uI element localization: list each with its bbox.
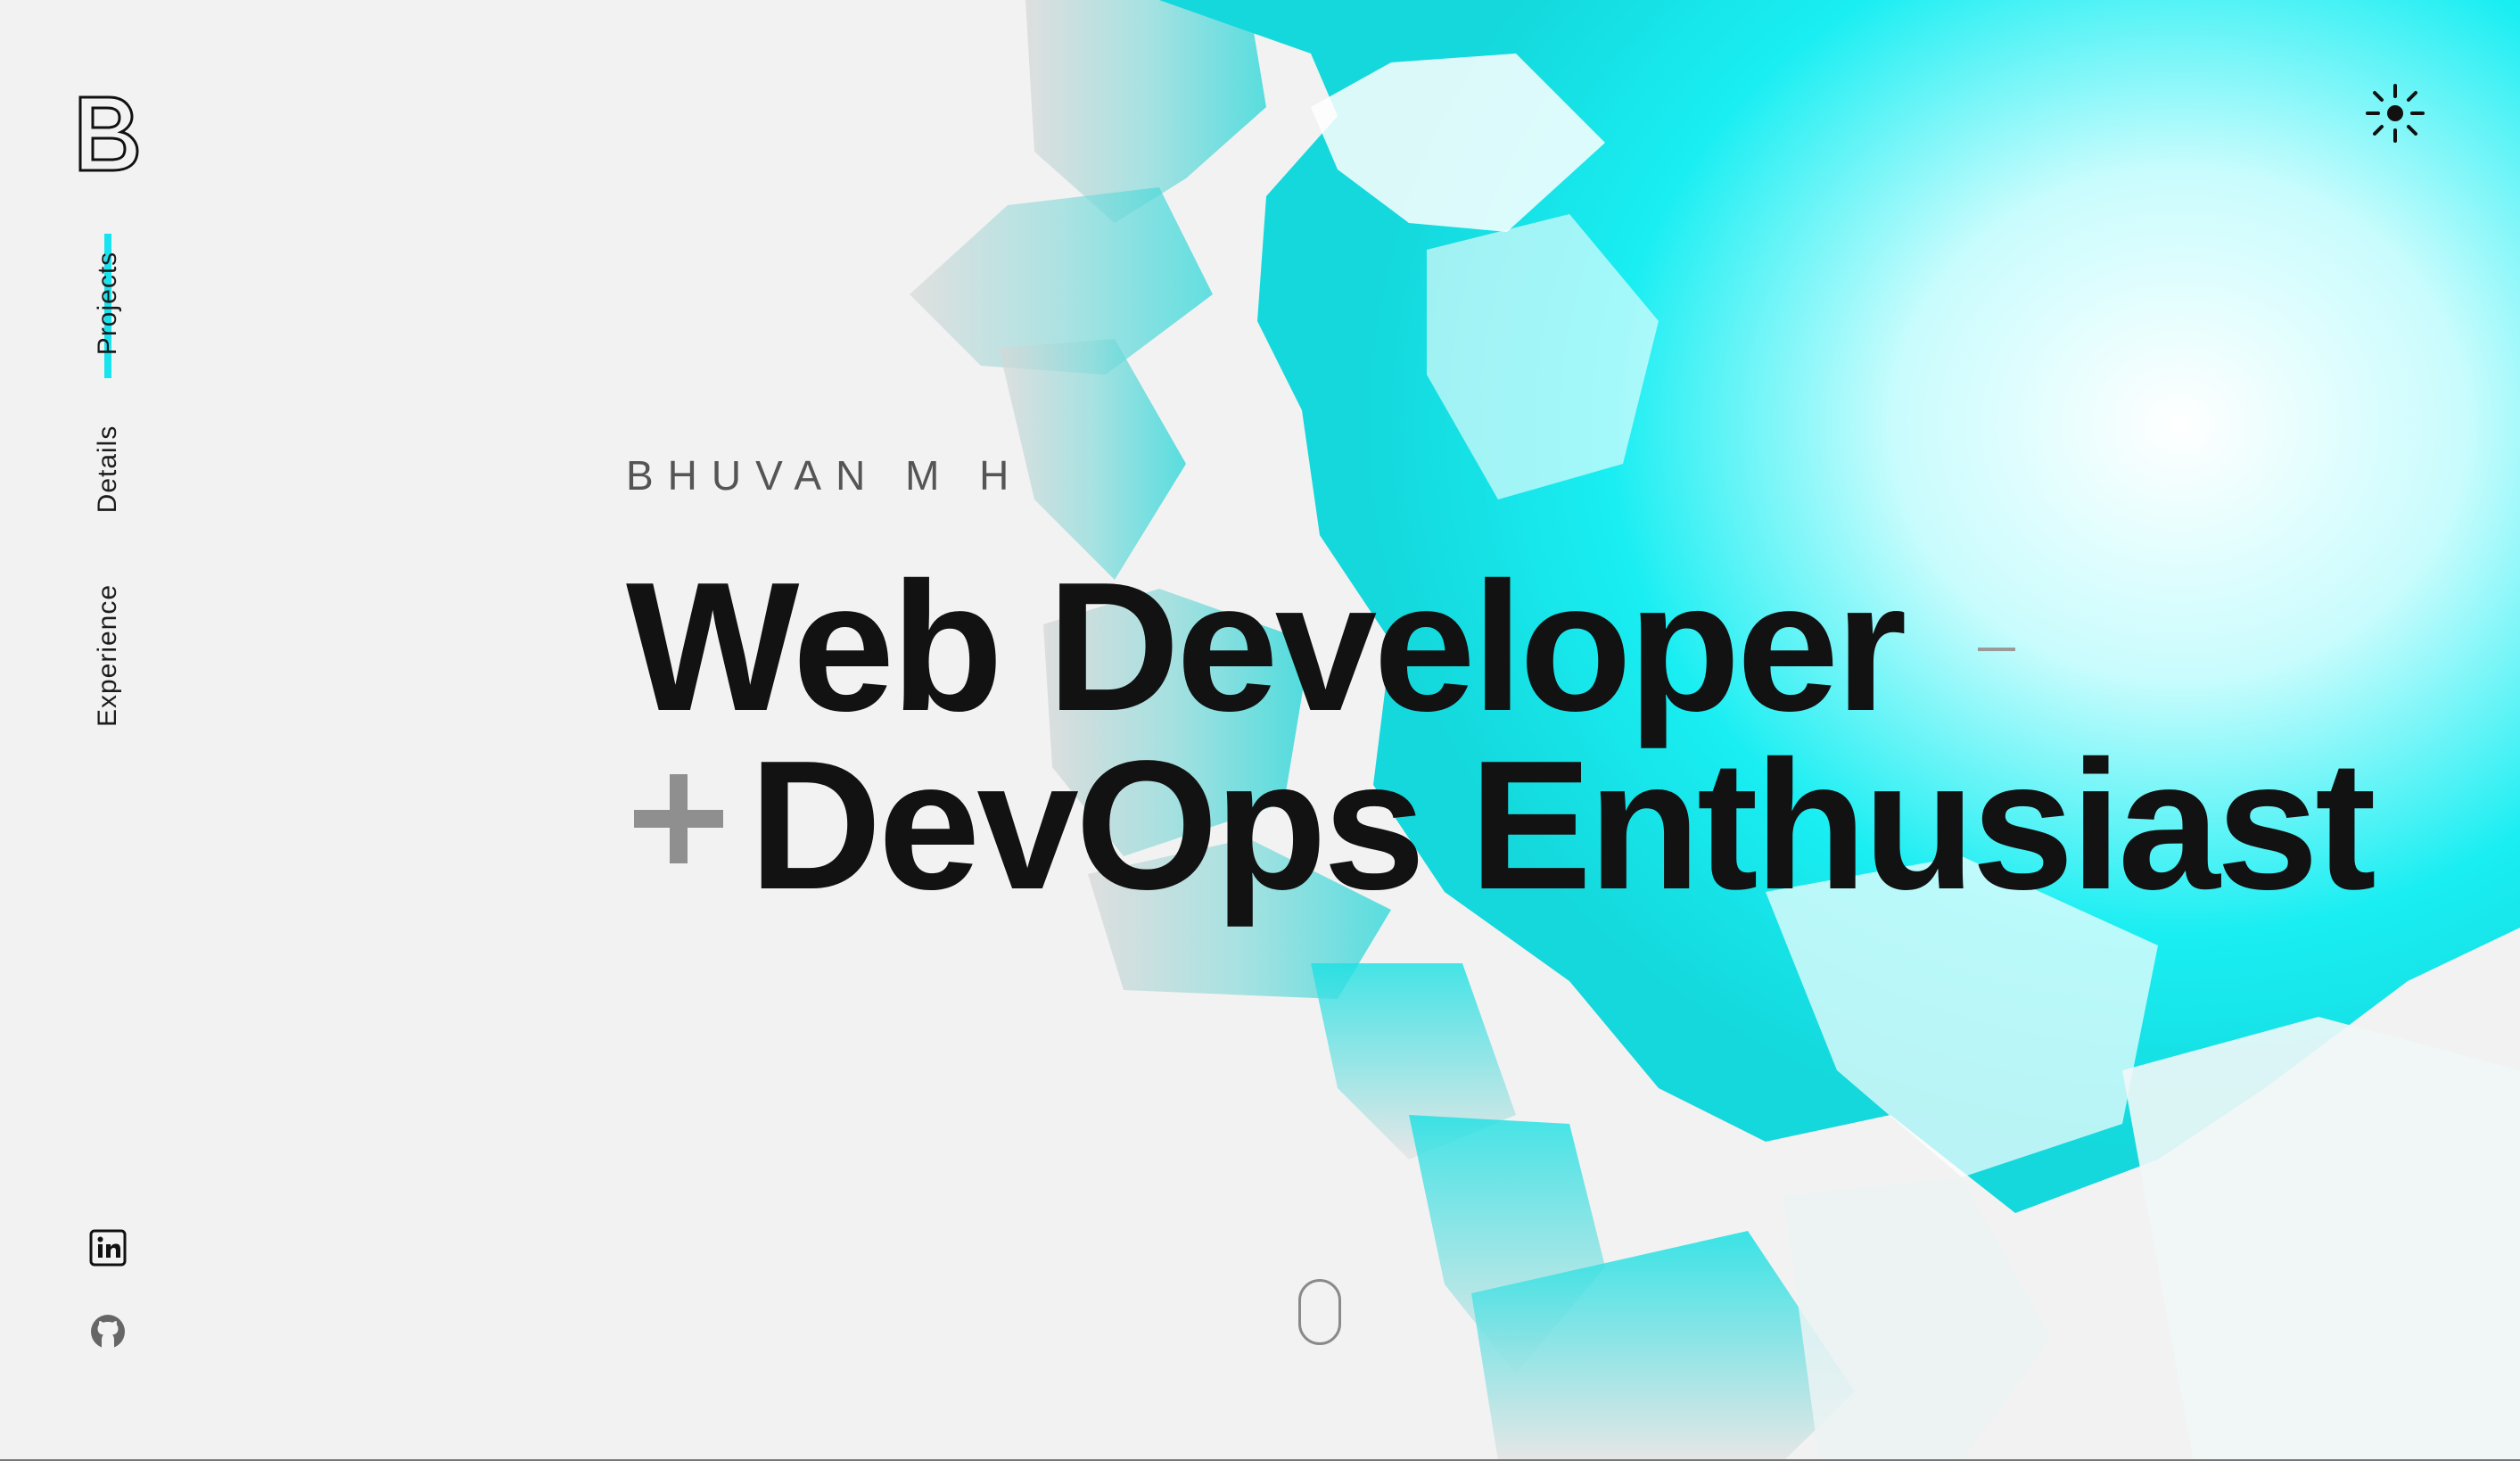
- hero-name: BHUVAN M H: [626, 452, 1024, 499]
- plus-icon-bar: [634, 810, 723, 828]
- nav-item-projects[interactable]: Projects: [93, 252, 123, 355]
- nav-item-experience[interactable]: Experience: [93, 584, 123, 727]
- brand-logo[interactable]: [75, 94, 141, 174]
- hero-headline-line2: DevOps Enthusiast: [749, 722, 2376, 928]
- sidebar: Projects Details Experience: [0, 0, 214, 1461]
- github-icon[interactable]: [89, 1313, 127, 1350]
- sun-icon[interactable]: [2364, 82, 2426, 144]
- linkedin-icon[interactable]: [89, 1229, 127, 1267]
- nav-item-details[interactable]: Details: [93, 425, 123, 514]
- hero-headline-line1: Web Developer: [626, 544, 1906, 749]
- mouse-scroll-icon[interactable]: [1298, 1279, 1341, 1345]
- headline-dash-decoration: [1978, 648, 2015, 651]
